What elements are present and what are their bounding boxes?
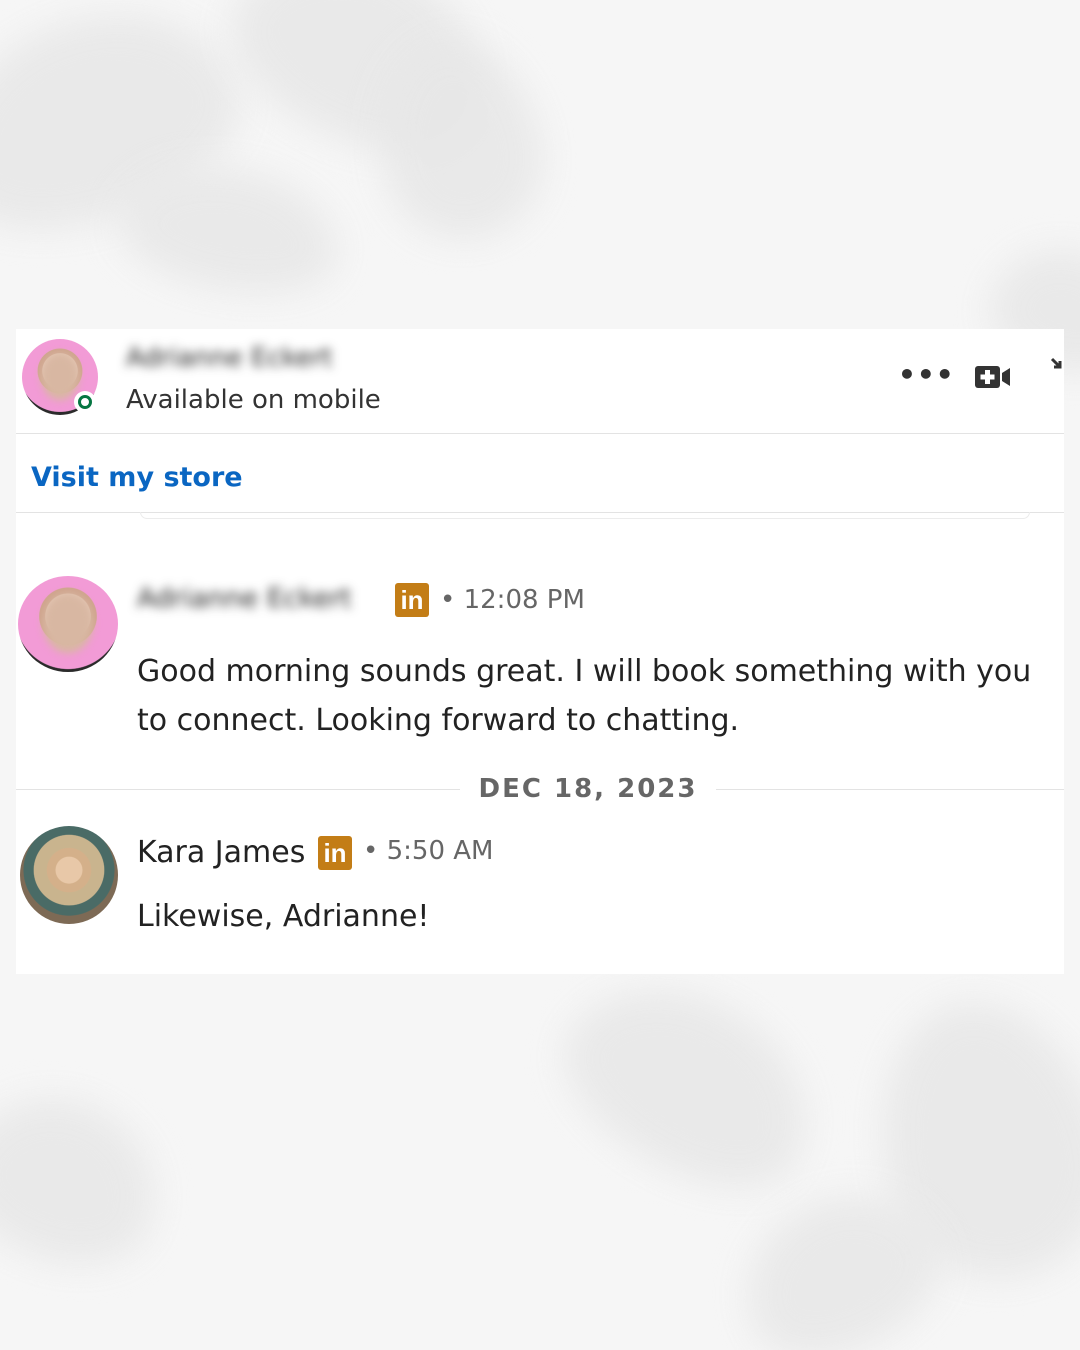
message-time: • 12:08 PM: [440, 585, 585, 615]
video-call-icon[interactable]: [974, 363, 1012, 391]
online-status-icon: [78, 395, 92, 409]
sender-name[interactable]: Adrianne Eckert: [137, 583, 395, 617]
availability-status: Available on mobile: [126, 385, 381, 415]
message-body: Likewise, Adrianne!: [137, 899, 430, 934]
message-time: • 5:50 AM: [363, 836, 494, 866]
store-card-edge: [140, 512, 1030, 519]
more-icon[interactable]: •••: [898, 361, 955, 389]
conversation-panel: Adrianne Eckert Available on mobile ••• …: [16, 329, 1064, 974]
conversation-header: Adrianne Eckert Available on mobile •••: [16, 329, 1064, 434]
visit-store-link[interactable]: Visit my store: [31, 462, 243, 493]
sender-avatar[interactable]: [20, 826, 118, 924]
sender-avatar[interactable]: [18, 576, 118, 672]
sender-name[interactable]: Kara James: [137, 835, 305, 870]
store-section: Visit my store: [16, 434, 1064, 513]
date-separator: DEC 18, 2023: [460, 774, 716, 804]
contact-name[interactable]: Adrianne Eckert: [126, 343, 376, 377]
linkedin-badge-icon: in: [395, 583, 429, 617]
linkedin-badge-icon: in: [318, 836, 352, 870]
message-body: Good morning sounds great. I will book s…: [137, 654, 1032, 738]
collapse-icon[interactable]: [1050, 353, 1064, 383]
